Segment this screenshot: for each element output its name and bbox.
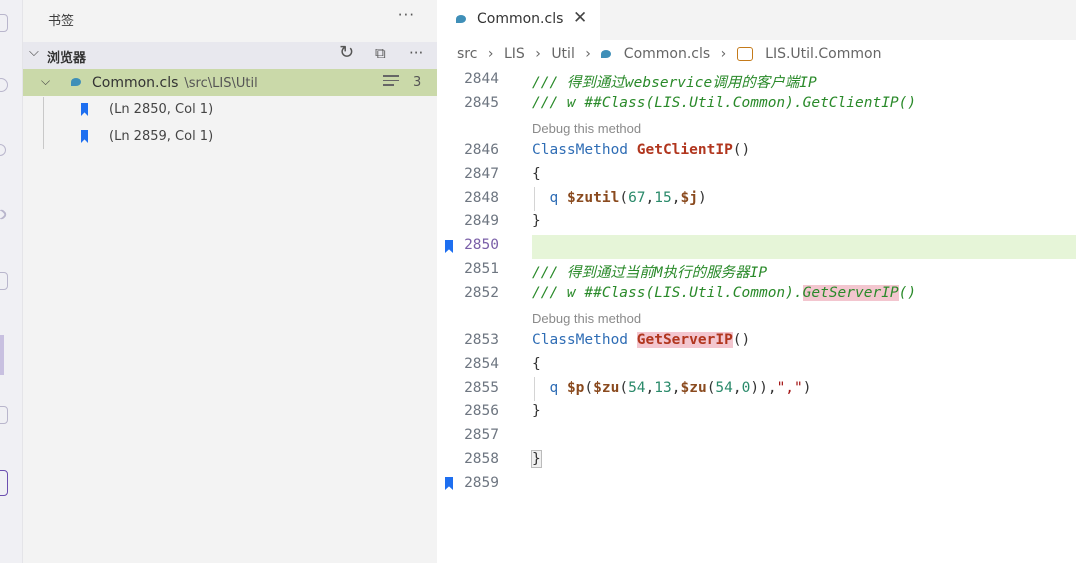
code-line: ClassMethod GetServerIP(): [532, 332, 751, 348]
more-icon[interactable]: ···: [409, 44, 423, 62]
code-line: q $zutil(67,15,$j): [549, 190, 707, 206]
run-debug-icon[interactable]: [0, 208, 8, 221]
bookmark-icon: [81, 103, 88, 116]
code-line: /// w ##Class(LIS.Util.Common).GetClient…: [532, 95, 917, 111]
breadcrumb-item[interactable]: src: [457, 46, 477, 62]
line-number: 2857: [464, 427, 499, 443]
line-number: 2847: [464, 166, 499, 182]
line-number: 2854: [464, 356, 499, 372]
code-line: q $p($zu(54,13,$zu(54,0)),","): [549, 380, 812, 396]
line-number: 2856: [464, 403, 499, 419]
code-line: {: [532, 356, 541, 372]
tab-bar: Common.cls ✕: [437, 0, 1076, 40]
line-number: 2848: [464, 190, 499, 206]
objectscript-file-icon: [71, 78, 81, 86]
section-header-explorer[interactable]: ⌵ 浏览器 ↻ ⧉ ···: [23, 42, 437, 69]
line-number: 2851: [464, 261, 499, 277]
code-line: /// 得到通过当前M执行的服务器IP: [532, 265, 768, 281]
bookmark-count-badge: 3: [413, 75, 422, 90]
objectscript-file-icon: [601, 50, 612, 58]
code-area[interactable]: 2844 2845 2846 2847 2848 2849 2850 2851 …: [437, 68, 1076, 563]
bookmark-label: (Ln 2850, Col 1): [109, 102, 214, 117]
debug-codelens[interactable]: Debug this method: [532, 121, 641, 136]
chevron-down-icon[interactable]: ⌵: [29, 45, 39, 60]
tree-item-file[interactable]: ⌵ Common.cls \src\LIS\Util 3: [23, 69, 437, 96]
search-icon[interactable]: [0, 78, 8, 92]
editor: Common.cls ✕ src › LIS › Util › Common.c…: [437, 0, 1076, 563]
code-line: {: [532, 166, 541, 182]
bookmark-icon: [81, 130, 88, 143]
explorer-icon[interactable]: [0, 14, 8, 32]
line-number: 2846: [464, 142, 499, 158]
line-number: 2849: [464, 213, 499, 229]
refresh-icon[interactable]: ↻: [339, 42, 354, 63]
bookmark-item[interactable]: (Ln 2850, Col 1): [23, 97, 437, 124]
bookmarks-icon[interactable]: [0, 470, 8, 496]
sidebar: 书签 ··· ⌵ 浏览器 ↻ ⧉ ··· ⌵ Common.cls \src\LI…: [23, 0, 437, 563]
current-line-highlight: [532, 235, 1076, 259]
more-icon[interactable]: ···: [398, 6, 415, 24]
class-icon: [736, 47, 753, 61]
breadcrumb-item[interactable]: LIS.Util.Common: [765, 46, 881, 62]
debug-codelens[interactable]: Debug this method: [532, 311, 641, 326]
extensions-icon[interactable]: [0, 272, 8, 290]
file-path: \src\LIS\Util: [184, 76, 258, 91]
tab-common-cls[interactable]: Common.cls ✕: [437, 0, 600, 40]
code-line: /// 得到通过webservice调用的客户端IP: [532, 75, 817, 91]
clear-list-icon[interactable]: [383, 75, 399, 89]
chevron-right-icon: ›: [585, 46, 591, 62]
tab-label: Common.cls: [477, 11, 564, 27]
code-line: }: [532, 213, 541, 229]
line-number: 2853: [464, 332, 499, 348]
code-line: /// w ##Class(LIS.Util.Common).GetServer…: [532, 285, 917, 301]
line-number: 2844: [464, 71, 499, 87]
chevron-right-icon: ›: [487, 46, 494, 62]
sidebar-title: 书签: [48, 14, 75, 29]
breadcrumb-item[interactable]: LIS: [504, 46, 525, 62]
chevron-down-icon[interactable]: ⌵: [41, 74, 50, 89]
close-icon[interactable]: ✕: [573, 8, 587, 28]
source-control-icon[interactable]: [0, 144, 6, 156]
breadcrumb-item[interactable]: Common.cls: [624, 46, 710, 62]
code-line: }: [531, 450, 542, 468]
code-line: ClassMethod GetClientIP(): [532, 142, 751, 158]
bookmark-label: (Ln 2859, Col 1): [109, 129, 214, 144]
objectscript-file-icon: [456, 15, 466, 23]
chevron-right-icon: ›: [535, 46, 541, 62]
bookmark-item[interactable]: (Ln 2859, Col 1): [23, 124, 437, 151]
line-number: 2850: [464, 237, 499, 253]
breadcrumb-item[interactable]: Util: [551, 46, 575, 62]
active-indicator: [0, 335, 4, 375]
file-name: Common.cls \src\LIS\Util: [92, 75, 258, 91]
breadcrumb: src › LIS › Util › Common.cls › LIS.Util…: [457, 46, 881, 66]
chevron-right-icon: ›: [720, 46, 727, 62]
line-number: 2845: [464, 95, 499, 111]
line-number: 2855: [464, 380, 499, 396]
line-number: 2859: [464, 475, 499, 491]
activity-bar: [0, 0, 23, 563]
line-number: 2852: [464, 285, 499, 301]
line-number: 2858: [464, 451, 499, 467]
collapse-all-icon[interactable]: ⧉: [375, 44, 386, 62]
section-title: 浏览器: [47, 51, 87, 66]
code-line: }: [532, 403, 541, 419]
objectscript-icon[interactable]: [0, 406, 8, 424]
